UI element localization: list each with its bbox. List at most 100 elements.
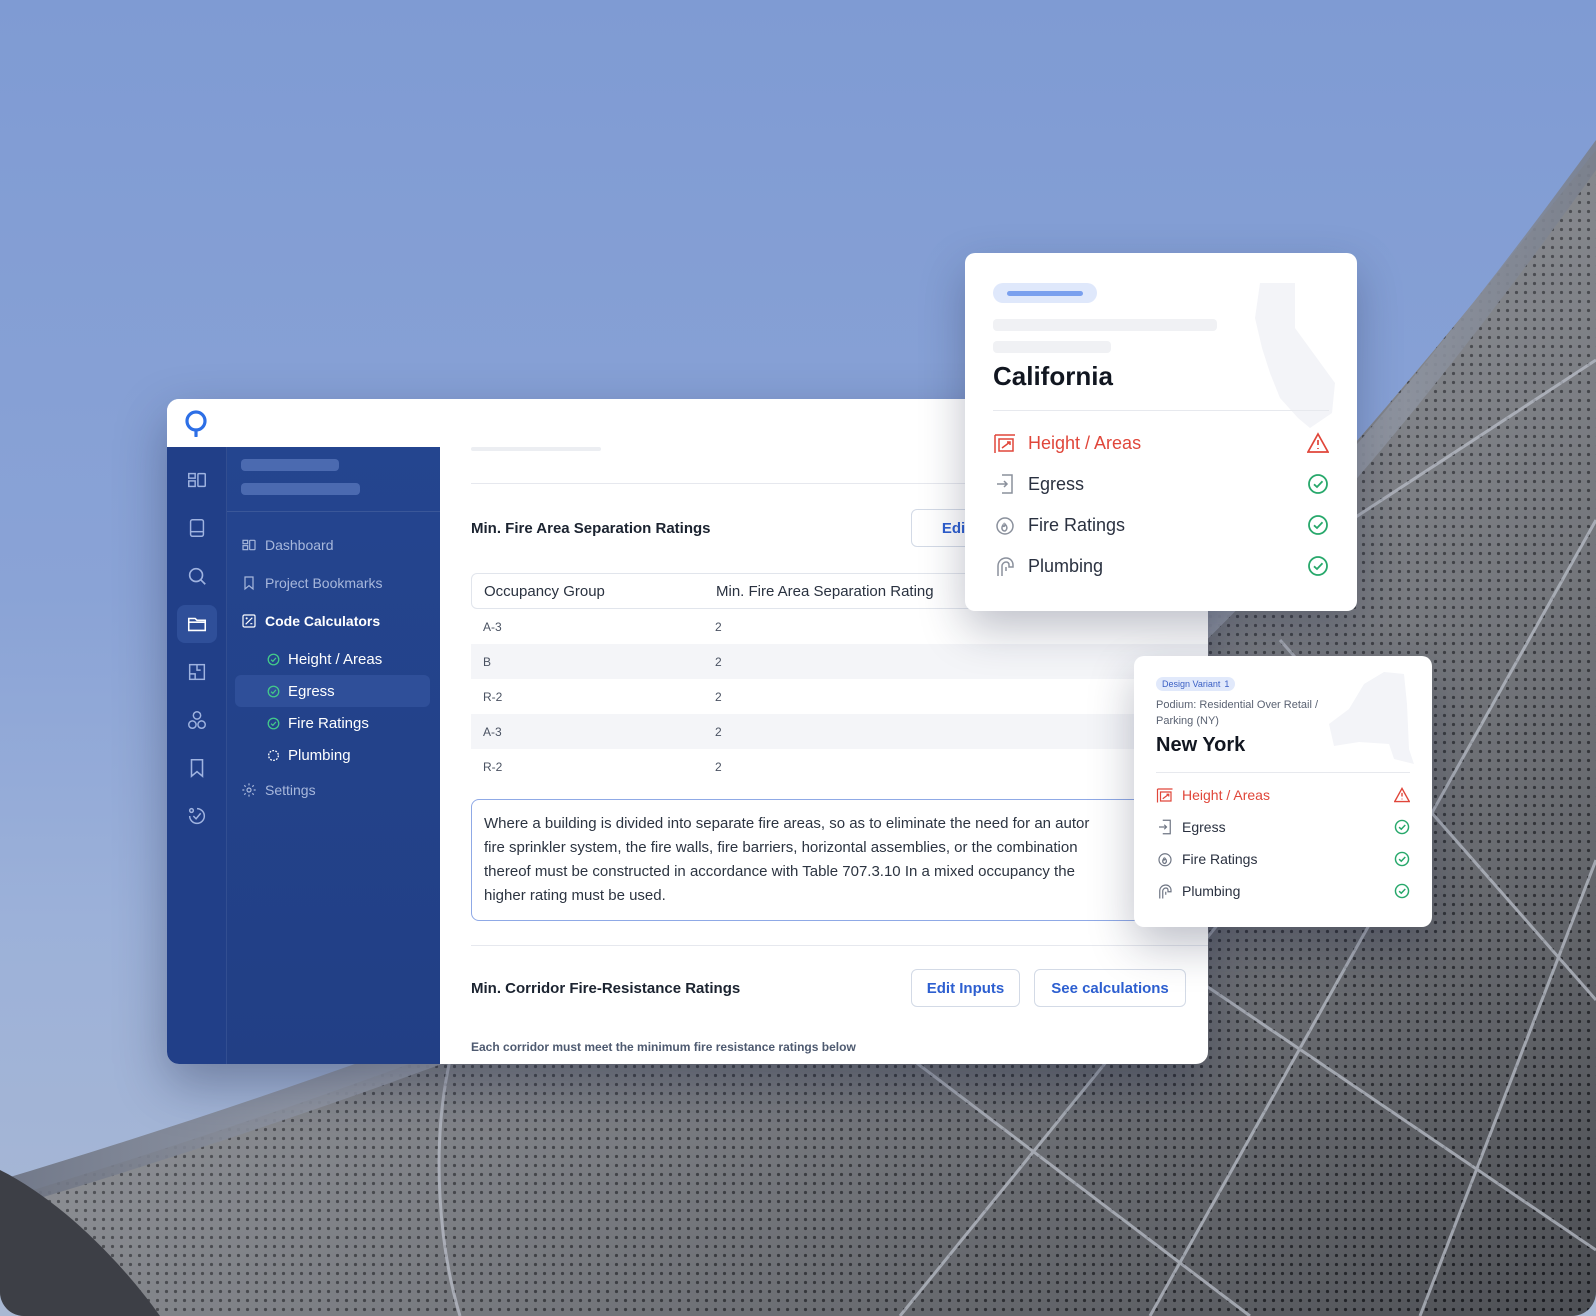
faucet-icon (997, 557, 1014, 576)
rail-book-button[interactable] (177, 509, 217, 547)
height-area-icon (994, 434, 1015, 453)
table-cell: A-3 (483, 724, 502, 739)
rail-dashboard-button[interactable] (177, 461, 217, 499)
table-cell: 2 (715, 619, 722, 634)
row-label: Height / Areas (1028, 432, 1142, 453)
table-row: A-3 2 (471, 609, 1208, 644)
rail-support-button[interactable] (177, 797, 217, 835)
icon-rail (167, 447, 227, 1064)
section-divider (471, 945, 1208, 946)
note-line: thereof must be constructed in accordanc… (484, 863, 1075, 880)
california-map-icon (1255, 283, 1335, 428)
check-circle-icon (1394, 851, 1410, 867)
check-circle-icon (1308, 474, 1328, 494)
folder-icon (187, 617, 207, 632)
sidebar-nav: Dashboard Project Bookmarks Code Calcula… (227, 447, 440, 1064)
bookmark-icon (244, 576, 254, 591)
note-line: fire sprinkler system, the fire walls, f… (484, 839, 1078, 856)
loading-pill (993, 283, 1097, 303)
rail-bookmark-button[interactable] (177, 749, 217, 787)
height-area-icon (1156, 788, 1173, 803)
project-subtitle-placeholder (241, 483, 360, 495)
california-card[interactable]: California Height / Areas Egress Fire Ra… (965, 253, 1357, 611)
card-row-fire-ratings[interactable]: Fire Ratings (993, 510, 1329, 540)
card-row-plumbing[interactable]: Plumbing (1156, 880, 1410, 902)
rail-search-button[interactable] (177, 557, 217, 595)
card-row-height-areas[interactable]: Height / Areas (1156, 784, 1410, 806)
row-label: Fire Ratings (1182, 851, 1258, 867)
variant-subtitle: Podium: Residential Over Retail / Parkin… (1156, 699, 1319, 727)
note-line: higher rating must be used. (484, 887, 666, 904)
sidebar-item-label: Project Bookmarks (265, 575, 383, 591)
project-name-placeholder (241, 459, 339, 471)
sidebar-item-code-calculators[interactable]: Code Calculators (241, 611, 380, 631)
section-title: Min. Corridor Fire-Resistance Ratings (471, 980, 741, 997)
nav-divider (227, 511, 440, 512)
table-cell: B (483, 654, 492, 669)
check-circle-icon (1308, 556, 1328, 576)
card-divider (993, 410, 1329, 411)
badge-count: 1 (1224, 679, 1230, 689)
column-header: Min. Fire Area Separation Rating (716, 582, 934, 600)
section-description: Each corridor must meet the minimum fire… (471, 1040, 856, 1054)
card-row-egress[interactable]: Egress (1156, 816, 1410, 838)
new-york-card[interactable]: Design Variant 1 Podium: Residential Ove… (1134, 656, 1432, 927)
table-cell: R-2 (483, 689, 503, 704)
table-row: R-2 2 (471, 679, 1208, 714)
table-row: R-2 2 (471, 749, 1208, 784)
fire-icon (996, 517, 1014, 535)
loading-placeholder (993, 319, 1217, 331)
warning-icon (1394, 787, 1410, 803)
egress-icon (997, 474, 1013, 494)
sidebar-item-project-bookmarks[interactable]: Project Bookmarks (241, 573, 382, 593)
table-row: A-3 2 (471, 714, 1208, 749)
row-label: Plumbing (1028, 555, 1104, 576)
table-row: B 2 (471, 644, 1208, 679)
table-cell: 2 (715, 759, 722, 774)
sidebar-item-settings[interactable]: Settings (241, 780, 316, 800)
table-cell: A-3 (483, 619, 502, 634)
pending-circle-icon (267, 749, 280, 761)
content-placeholder (471, 447, 601, 451)
app-logo-icon[interactable] (183, 409, 209, 437)
sidebar-subitem-height-areas[interactable]: Height / Areas (235, 643, 430, 675)
warning-icon (1307, 432, 1329, 453)
subitem-label: Plumbing (288, 746, 351, 764)
row-label: Egress (1028, 473, 1085, 494)
check-circle-icon (267, 717, 280, 729)
rail-floorplan-button[interactable] (177, 653, 217, 691)
subitem-label: Fire Ratings (288, 714, 369, 732)
sidebar-item-dashboard[interactable]: Dashboard (241, 535, 334, 555)
row-label: Plumbing (1182, 883, 1241, 899)
floorplan-icon (188, 663, 206, 681)
dashboard-icon (188, 472, 206, 488)
sidebar-subitem-fire-ratings[interactable]: Fire Ratings (235, 707, 430, 739)
table-cell: 2 (715, 689, 722, 704)
sidebar-item-label: Settings (265, 782, 316, 798)
check-circle-icon (1308, 515, 1328, 535)
check-circle-icon (1394, 819, 1410, 835)
edit-inputs-button[interactable]: Edit Inputs (911, 969, 1020, 1007)
card-row-plumbing[interactable]: Plumbing (993, 551, 1329, 581)
calculator-icon (242, 614, 256, 628)
row-label: Egress (1182, 819, 1226, 835)
bookmark-icon (190, 758, 204, 778)
code-note-textbox[interactable]: Where a building is divided into separat… (471, 799, 1208, 921)
faucet-icon (1159, 884, 1172, 899)
check-circle-icon (267, 685, 280, 697)
card-row-egress[interactable]: Egress (993, 469, 1329, 499)
sidebar-item-label: Dashboard (265, 537, 334, 553)
card-row-fire-ratings[interactable]: Fire Ratings (1156, 848, 1410, 870)
see-calculations-button[interactable]: See calculations (1034, 969, 1186, 1007)
rail-folder-button[interactable] (177, 605, 217, 643)
shapes-icon (188, 711, 206, 729)
rail-shapes-button[interactable] (177, 701, 217, 739)
sidebar-subitem-plumbing[interactable]: Plumbing (235, 739, 430, 771)
card-divider (1156, 772, 1410, 773)
fire-icon (1158, 853, 1172, 867)
check-circle-icon (1394, 883, 1410, 899)
sidebar-item-label: Code Calculators (265, 613, 381, 629)
subitem-label: Height / Areas (288, 650, 383, 668)
sidebar-subitem-egress[interactable]: Egress (235, 675, 430, 707)
card-row-height-areas[interactable]: Height / Areas (993, 428, 1329, 458)
